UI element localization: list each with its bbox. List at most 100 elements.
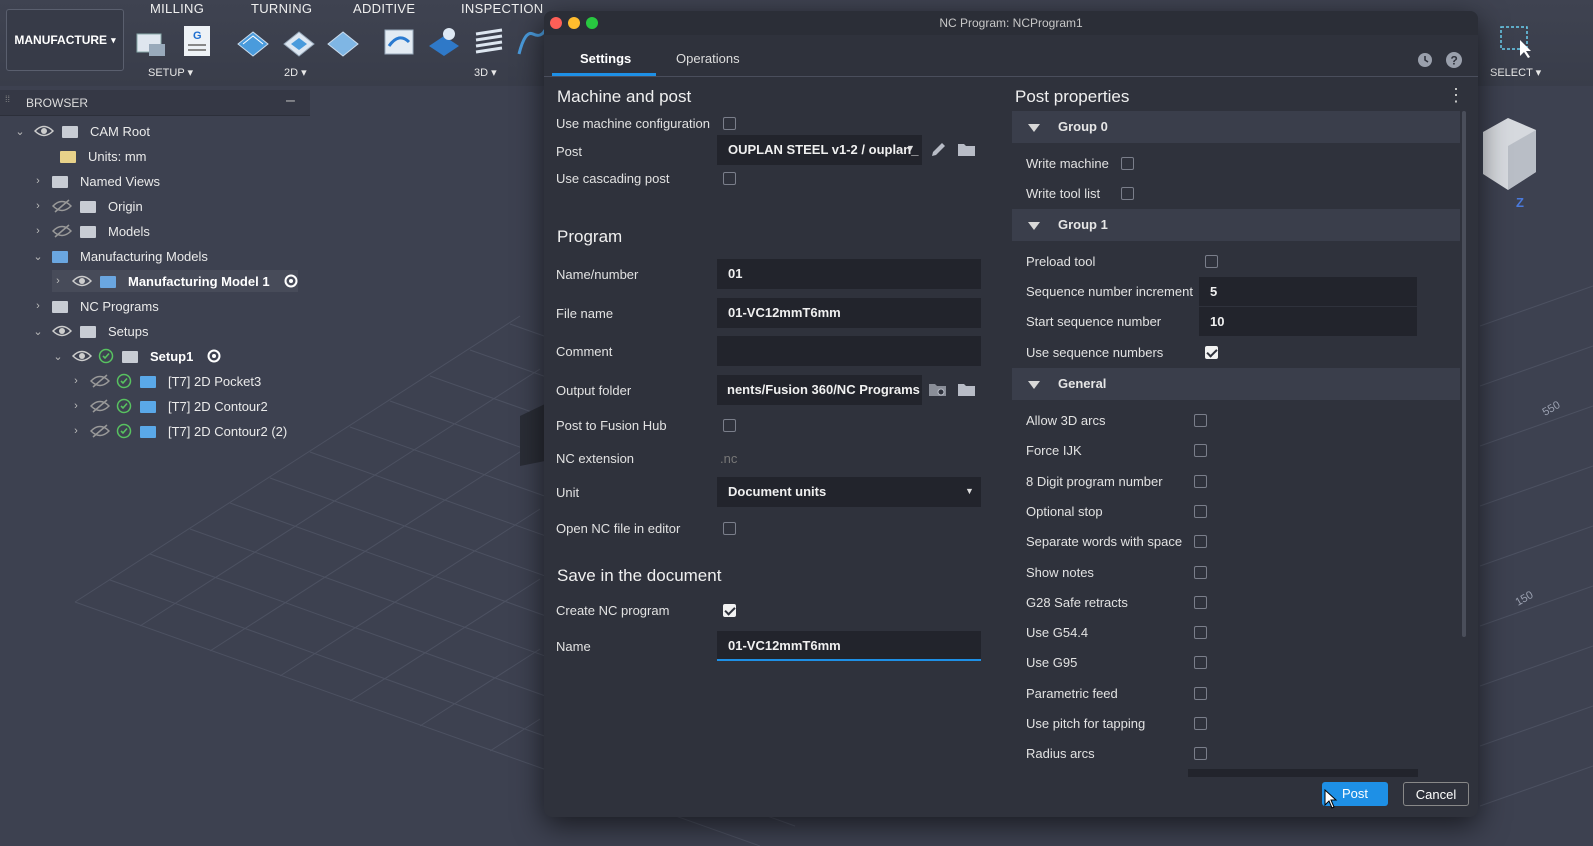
name-number-input[interactable]: 01 <box>717 259 981 289</box>
2d-adaptive-icon[interactable] <box>236 26 270 58</box>
write-machine-checkbox[interactable] <box>1121 157 1134 170</box>
tree-item[interactable]: › Models <box>32 220 150 242</box>
eye-icon[interactable] <box>72 274 92 288</box>
group0-header[interactable]: Group 0 <box>1012 111 1460 143</box>
2d-pocket-icon[interactable] <box>282 26 316 58</box>
eye-hidden-icon[interactable] <box>52 199 72 213</box>
tree-item[interactable]: › Named Views <box>32 170 160 192</box>
group1-header[interactable]: Group 1 <box>1012 209 1460 241</box>
cascading-post-checkbox[interactable] <box>723 172 736 185</box>
close-window-button[interactable] <box>550 17 562 29</box>
eye-icon[interactable] <box>34 124 54 138</box>
chevron-icon[interactable]: ⌄ <box>32 325 44 338</box>
chevron-icon[interactable]: › <box>32 225 44 237</box>
tree-item[interactable]: › Origin <box>32 195 143 217</box>
scrollbar[interactable] <box>1462 111 1466 637</box>
tree-item[interactable]: › Manufacturing Model 1 <box>52 270 298 292</box>
file-name-input[interactable]: 01-VC12mmT6mm <box>717 298 981 328</box>
tree-item[interactable]: › NC Programs <box>32 295 159 317</box>
save-name-input[interactable]: 01-VC12mmT6mm <box>717 631 981 661</box>
tree-item[interactable]: ⌄ Manufacturing Models <box>32 245 208 267</box>
post-to-hub-checkbox[interactable] <box>723 419 736 432</box>
tree-item[interactable]: ⌄ Setups <box>32 320 148 342</box>
select-icon[interactable] <box>1498 24 1532 58</box>
general-prop-checkbox[interactable] <box>1194 656 1207 670</box>
create-nc-checkbox[interactable] <box>723 604 736 617</box>
tree-item[interactable]: ⌄ Setup1 <box>52 345 221 367</box>
tree-item[interactable]: ⌄ CAM Root <box>14 120 150 142</box>
general-prop-checkbox[interactable] <box>1194 414 1207 427</box>
open-folder-icon[interactable] <box>957 142 977 158</box>
eye-icon[interactable] <box>72 349 92 363</box>
eye-hidden-icon[interactable] <box>52 224 72 238</box>
eye-hidden-icon[interactable] <box>90 399 110 413</box>
browse-folder-icon[interactable] <box>957 382 977 398</box>
general-prop-checkbox[interactable] <box>1194 686 1207 700</box>
group-3d[interactable]: 3D ▾ <box>474 66 497 79</box>
activate-radio-icon[interactable] <box>207 349 221 363</box>
clock-icon[interactable] <box>1416 51 1434 69</box>
chevron-icon[interactable]: › <box>52 275 64 287</box>
chevron-icon[interactable]: › <box>32 175 44 187</box>
tab-additive[interactable]: ADDITIVE <box>353 1 415 16</box>
general-prop-checkbox[interactable] <box>1194 747 1207 761</box>
cancel-button[interactable]: Cancel <box>1403 782 1469 806</box>
chevron-icon[interactable]: › <box>70 375 82 387</box>
tab-inspection[interactable]: INSPECTION <box>461 1 543 16</box>
unit-select[interactable]: Document units <box>717 477 981 507</box>
minimize-window-button[interactable] <box>568 17 580 29</box>
more-options-icon[interactable]: ⋮ <box>1447 85 1465 106</box>
pocket-3d-icon[interactable] <box>427 26 461 58</box>
nc-program-icon[interactable]: G <box>180 26 214 58</box>
face-icon[interactable] <box>326 26 360 58</box>
edit-pencil-icon[interactable] <box>929 141 947 159</box>
folder-settings-icon[interactable] <box>928 382 948 398</box>
post-select[interactable]: OUPLAN STEEL v1-2 / ouplan_ <box>717 135 922 165</box>
chevron-icon[interactable]: › <box>70 425 82 437</box>
eye-hidden-icon[interactable] <box>90 424 110 438</box>
grip-icon[interactable]: ⁞⁞ <box>5 94 10 104</box>
group-2d[interactable]: 2D ▾ <box>284 66 307 79</box>
general-prop-checkbox[interactable] <box>1194 717 1207 730</box>
3d-adaptive-icon[interactable] <box>383 26 417 58</box>
tab-settings[interactable]: Settings <box>580 51 631 66</box>
group-setup[interactable]: SETUP ▾ <box>148 66 193 79</box>
write-tool-list-checkbox[interactable] <box>1121 187 1134 200</box>
eye-icon[interactable] <box>52 324 72 338</box>
tree-item[interactable]: › [T7] 2D Contour2 (2) <box>70 420 287 442</box>
collapse-icon[interactable]: – <box>286 92 295 110</box>
general-prop-checkbox[interactable] <box>1194 535 1207 549</box>
general-prop-checkbox[interactable] <box>1194 595 1207 609</box>
zoom-window-button[interactable] <box>586 17 598 29</box>
tree-item[interactable]: Units: mm <box>14 145 147 167</box>
workspace-dropdown[interactable]: MANUFACTURE ▾ <box>6 9 124 71</box>
chevron-icon[interactable]: ⌄ <box>52 350 64 363</box>
parallel-icon[interactable] <box>472 26 506 58</box>
seq-increment-input[interactable]: 5 <box>1199 277 1417 306</box>
use-seq-checkbox[interactable] <box>1205 346 1218 359</box>
use-machine-config-checkbox[interactable] <box>723 117 736 130</box>
activate-radio-icon[interactable] <box>284 274 298 288</box>
group-select[interactable]: SELECT ▾ <box>1490 66 1541 79</box>
chevron-icon[interactable]: › <box>32 200 44 212</box>
chevron-icon[interactable]: ⌄ <box>32 250 44 263</box>
chevron-icon[interactable]: › <box>70 400 82 412</box>
open-in-editor-checkbox[interactable] <box>723 522 736 535</box>
general-prop-checkbox[interactable] <box>1194 565 1207 579</box>
tab-turning[interactable]: TURNING <box>251 1 312 16</box>
setup-icon[interactable] <box>135 26 169 58</box>
general-prop-checkbox[interactable] <box>1194 626 1207 640</box>
tree-item[interactable]: › [T7] 2D Pocket3 <box>70 370 261 392</box>
general-prop-checkbox[interactable] <box>1194 504 1207 518</box>
tree-item[interactable]: › [T7] 2D Contour2 <box>70 395 268 417</box>
help-icon[interactable]: ? <box>1445 51 1463 69</box>
view-cube[interactable]: Z <box>1478 112 1548 212</box>
chevron-icon[interactable]: ⌄ <box>14 125 26 138</box>
general-prop-checkbox[interactable] <box>1194 444 1207 458</box>
tab-milling[interactable]: MILLING <box>150 1 204 16</box>
chevron-icon[interactable]: › <box>32 300 44 312</box>
start-seq-input[interactable]: 10 <box>1199 307 1417 336</box>
output-folder-input[interactable]: nents/Fusion 360/NC Programs <box>717 375 922 405</box>
preload-tool-checkbox[interactable] <box>1205 255 1218 268</box>
comment-input[interactable] <box>717 336 981 366</box>
